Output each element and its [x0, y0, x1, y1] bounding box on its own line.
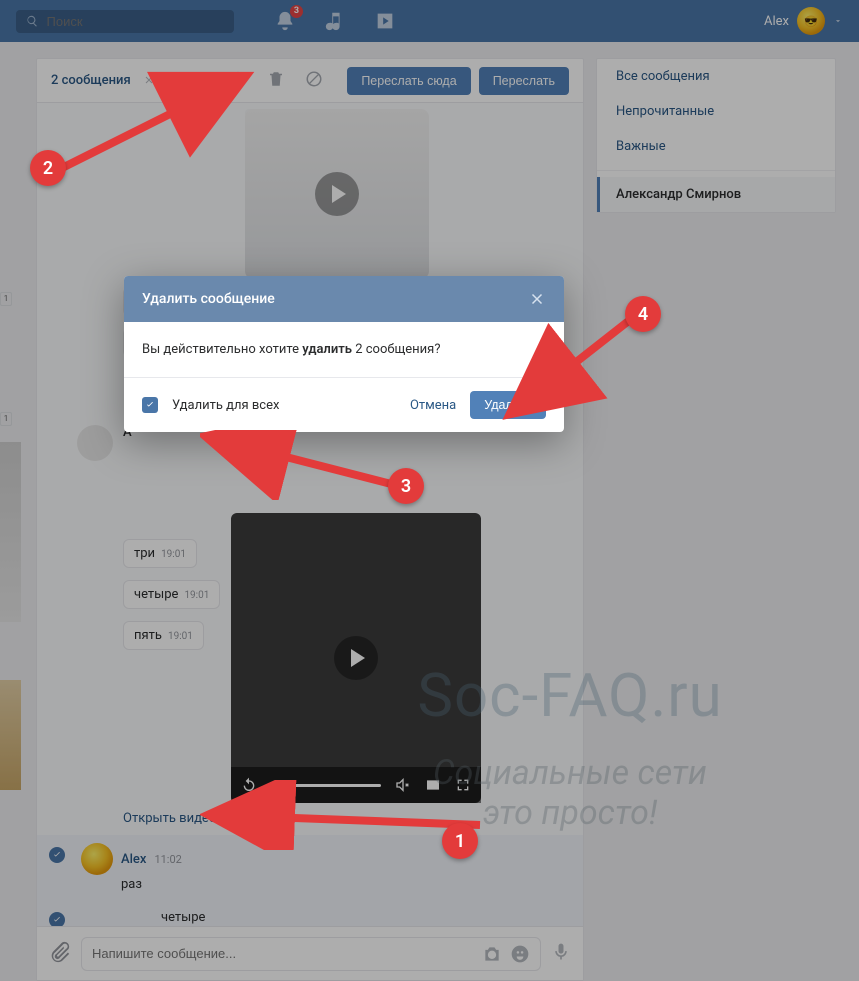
- annotation-marker-4: 4: [625, 296, 661, 332]
- close-icon: [528, 290, 546, 308]
- modal-footer: Удалить для всех Отмена Удалить: [124, 377, 564, 432]
- modal-close-button[interactable]: [528, 290, 546, 308]
- delete-modal: Удалить сообщение Вы действительно хотит…: [124, 276, 564, 432]
- modal-backdrop[interactable]: [0, 0, 859, 981]
- cancel-button[interactable]: Отмена: [410, 398, 456, 413]
- annotation-marker-1: 1: [442, 823, 478, 859]
- delete-for-all-checkbox[interactable]: [142, 397, 158, 413]
- check-icon: [145, 400, 155, 410]
- checkbox-label[interactable]: Удалить для всех: [172, 398, 279, 413]
- modal-body: Вы действительно хотите удалить 2 сообще…: [124, 322, 564, 377]
- annotation-marker-3: 3: [388, 468, 424, 504]
- modal-title: Удалить сообщение: [142, 291, 275, 307]
- annotation-marker-2: 2: [30, 150, 66, 186]
- modal-title-bar: Удалить сообщение: [124, 276, 564, 322]
- confirm-delete-button[interactable]: Удалить: [470, 391, 546, 419]
